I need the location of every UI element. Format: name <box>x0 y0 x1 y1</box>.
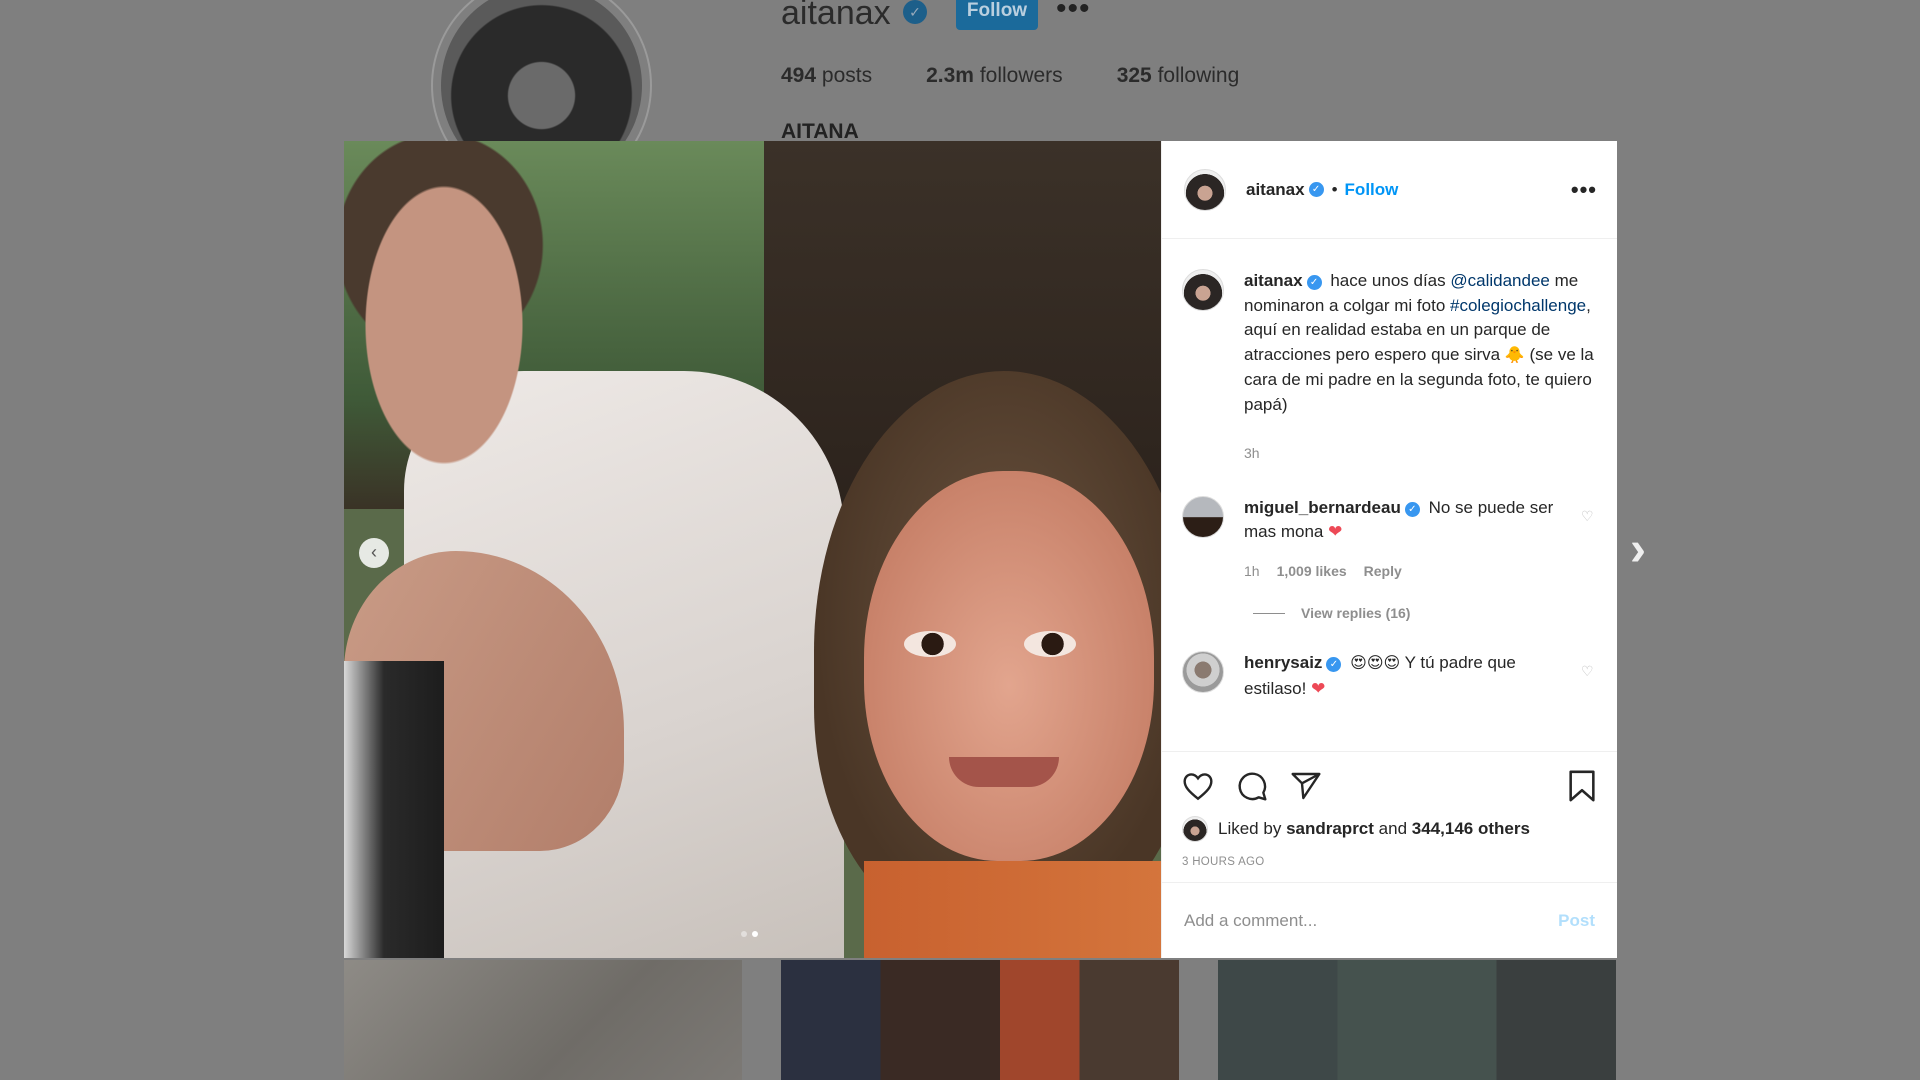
verified-badge-icon: ✓ <box>1326 657 1342 672</box>
likes-prefix: Liked by <box>1218 819 1282 838</box>
comment-input[interactable] <box>1184 910 1559 931</box>
profile-username: aitanax <box>781 0 891 32</box>
post-header: aitanax ✓ • Follow ••• <box>1162 141 1617 239</box>
carousel-indicator <box>741 931 758 937</box>
caption-text: hace unos días <box>1330 271 1446 290</box>
view-replies-button[interactable]: View replies (16) <box>1253 605 1597 621</box>
add-comment-bar: Post <box>1162 882 1617 958</box>
post-photo[interactable]: ‹ <box>344 141 1161 958</box>
grid-thumbnail[interactable] <box>781 960 1179 1080</box>
likes-conj: and <box>1378 819 1408 838</box>
chick-emoji: 🐥 <box>1504 346 1525 364</box>
likes-count[interactable]: 344,146 others <box>1412 819 1530 838</box>
author-avatar[interactable] <box>1184 168 1226 211</box>
caption-username[interactable]: aitanax <box>1244 271 1303 290</box>
heart-eyes-emoji: 😍😍😍 <box>1350 655 1401 672</box>
liker-avatar[interactable] <box>1182 816 1208 842</box>
comment-bubble-icon[interactable] <box>1236 770 1268 802</box>
separator-dot: • <box>1331 179 1338 199</box>
verified-badge-icon: ✓ <box>1306 275 1322 290</box>
heart-icon[interactable]: ♡ <box>1581 504 1597 584</box>
commenter-username[interactable]: miguel_bernardeau <box>1244 498 1401 517</box>
commenter-avatar[interactable] <box>1182 651 1224 693</box>
likes-summary: Liked by sandraprct and 344,146 others <box>1182 816 1597 842</box>
comments-list[interactable]: aitanax ✓ hace unos días @calidandee me n… <box>1162 239 1617 751</box>
profile-follow-button[interactable]: Follow <box>956 0 1038 30</box>
follow-button[interactable]: Follow <box>1345 180 1399 200</box>
post-side-panel: aitanax ✓ • Follow ••• aitanax ✓ hace uno… <box>1161 141 1617 958</box>
verified-badge-icon: ✓ <box>1404 501 1420 517</box>
posts-stat: 494 posts <box>781 64 873 87</box>
caption-time[interactable]: 3h <box>1244 441 1260 466</box>
more-options-icon[interactable]: ••• <box>1571 177 1597 203</box>
verified-badge-icon: ✓ <box>1308 182 1324 197</box>
post-timestamp[interactable]: 3 HOURS AGO <box>1182 856 1597 868</box>
carousel-dot <box>741 931 747 937</box>
post-comment-button[interactable]: Post <box>1558 911 1595 931</box>
comment: henrysaiz ✓ 😍😍😍 Y tú padre que estilaso! … <box>1182 651 1597 701</box>
following-stat[interactable]: 325 following <box>1117 64 1240 88</box>
red-heart-emoji: ❤ <box>1328 522 1343 541</box>
paper-plane-icon[interactable] <box>1290 771 1322 801</box>
verified-badge-icon: ✓ <box>903 0 927 24</box>
mention-link[interactable]: @calidandee <box>1450 271 1550 290</box>
heart-icon[interactable]: ♡ <box>1581 659 1597 701</box>
bookmark-icon[interactable] <box>1567 769 1597 803</box>
comment-likes[interactable]: 1,009 likes <box>1277 559 1347 584</box>
view-replies-label: View replies (16) <box>1301 605 1411 621</box>
reply-button[interactable]: Reply <box>1364 559 1402 584</box>
heart-icon[interactable] <box>1182 771 1214 801</box>
profile-stats: 494 posts 2.3m followers 325 following <box>781 64 1239 88</box>
caption: aitanax ✓ hace unos días @calidandee me n… <box>1182 269 1597 466</box>
red-heart-emoji: ❤ <box>1311 678 1326 698</box>
post-modal: ‹ aitanax ✓ • Follow ••• aitanax ✓ hace u… <box>344 141 1617 958</box>
chevron-left-icon[interactable]: ‹ <box>359 538 389 568</box>
grid-thumbnail[interactable] <box>344 960 742 1080</box>
commenter-avatar[interactable] <box>1182 495 1224 538</box>
post-actions: Liked by sandraprct and 344,146 others 3… <box>1162 751 1617 882</box>
grid-thumbnail[interactable] <box>1218 960 1616 1080</box>
carousel-dot-active <box>752 931 758 937</box>
comment: miguel_bernardeau ✓ No se puede ser mas m… <box>1182 495 1597 584</box>
comment-time[interactable]: 1h <box>1244 559 1260 584</box>
commenter-username[interactable]: henrysaiz <box>1244 653 1322 672</box>
caption-avatar[interactable] <box>1182 269 1224 311</box>
followers-stat[interactable]: 2.3m followers <box>926 64 1063 88</box>
hashtag-link[interactable]: #colegiochallenge <box>1450 296 1586 315</box>
profile-more-icon[interactable]: ••• <box>1056 0 1091 26</box>
author-username[interactable]: aitanax <box>1246 180 1305 200</box>
liker-username[interactable]: sandraprct <box>1286 819 1374 838</box>
chevron-right-icon[interactable]: › <box>1630 526 1660 574</box>
